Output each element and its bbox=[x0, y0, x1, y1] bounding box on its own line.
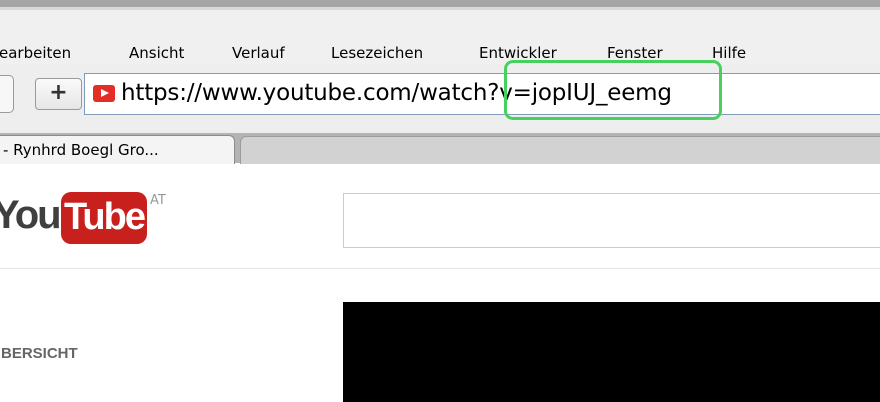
menu-item-hilfe[interactable]: Hilfe bbox=[712, 44, 746, 62]
youtube-logo-you[interactable]: You bbox=[0, 192, 62, 238]
back-button[interactable] bbox=[0, 75, 14, 113]
tab-bar: - Rynhrd Boegl Gro... bbox=[0, 133, 880, 164]
tab-active[interactable]: - Rynhrd Boegl Gro... bbox=[0, 135, 235, 164]
tab-empty[interactable] bbox=[240, 136, 880, 164]
youtube-search-input[interactable] bbox=[343, 193, 880, 248]
url-bar[interactable]: https://www.youtube.com/watch?v=jopIUJ_e… bbox=[84, 60, 880, 120]
url-highlight-annotation bbox=[504, 60, 722, 120]
menu-item-ansicht[interactable]: Ansicht bbox=[129, 44, 184, 62]
navigation-toolbar: + https://www.youtube.com/watch?v=jopIUJ… bbox=[0, 60, 880, 133]
youtube-favicon-icon bbox=[93, 85, 115, 102]
menu-bar: earbeiten Ansicht Verlauf Lesezeichen En… bbox=[0, 10, 880, 65]
youtube-logo-tube[interactable]: Tube bbox=[61, 192, 147, 244]
window-top-border bbox=[0, 0, 880, 7]
youtube-region-label: AT bbox=[150, 193, 166, 208]
header-divider bbox=[0, 268, 880, 269]
menu-item-lesezeichen[interactable]: Lesezeichen bbox=[331, 44, 423, 62]
new-tab-button[interactable]: + bbox=[35, 78, 82, 110]
menu-item-bearbeiten[interactable]: earbeiten bbox=[0, 44, 71, 62]
menu-item-verlauf[interactable]: Verlauf bbox=[232, 44, 285, 62]
sidebar-heading: BERSICHT bbox=[1, 345, 78, 362]
video-player[interactable] bbox=[343, 302, 880, 402]
tab-title: - Rynhrd Boegl Gro... bbox=[3, 141, 159, 159]
